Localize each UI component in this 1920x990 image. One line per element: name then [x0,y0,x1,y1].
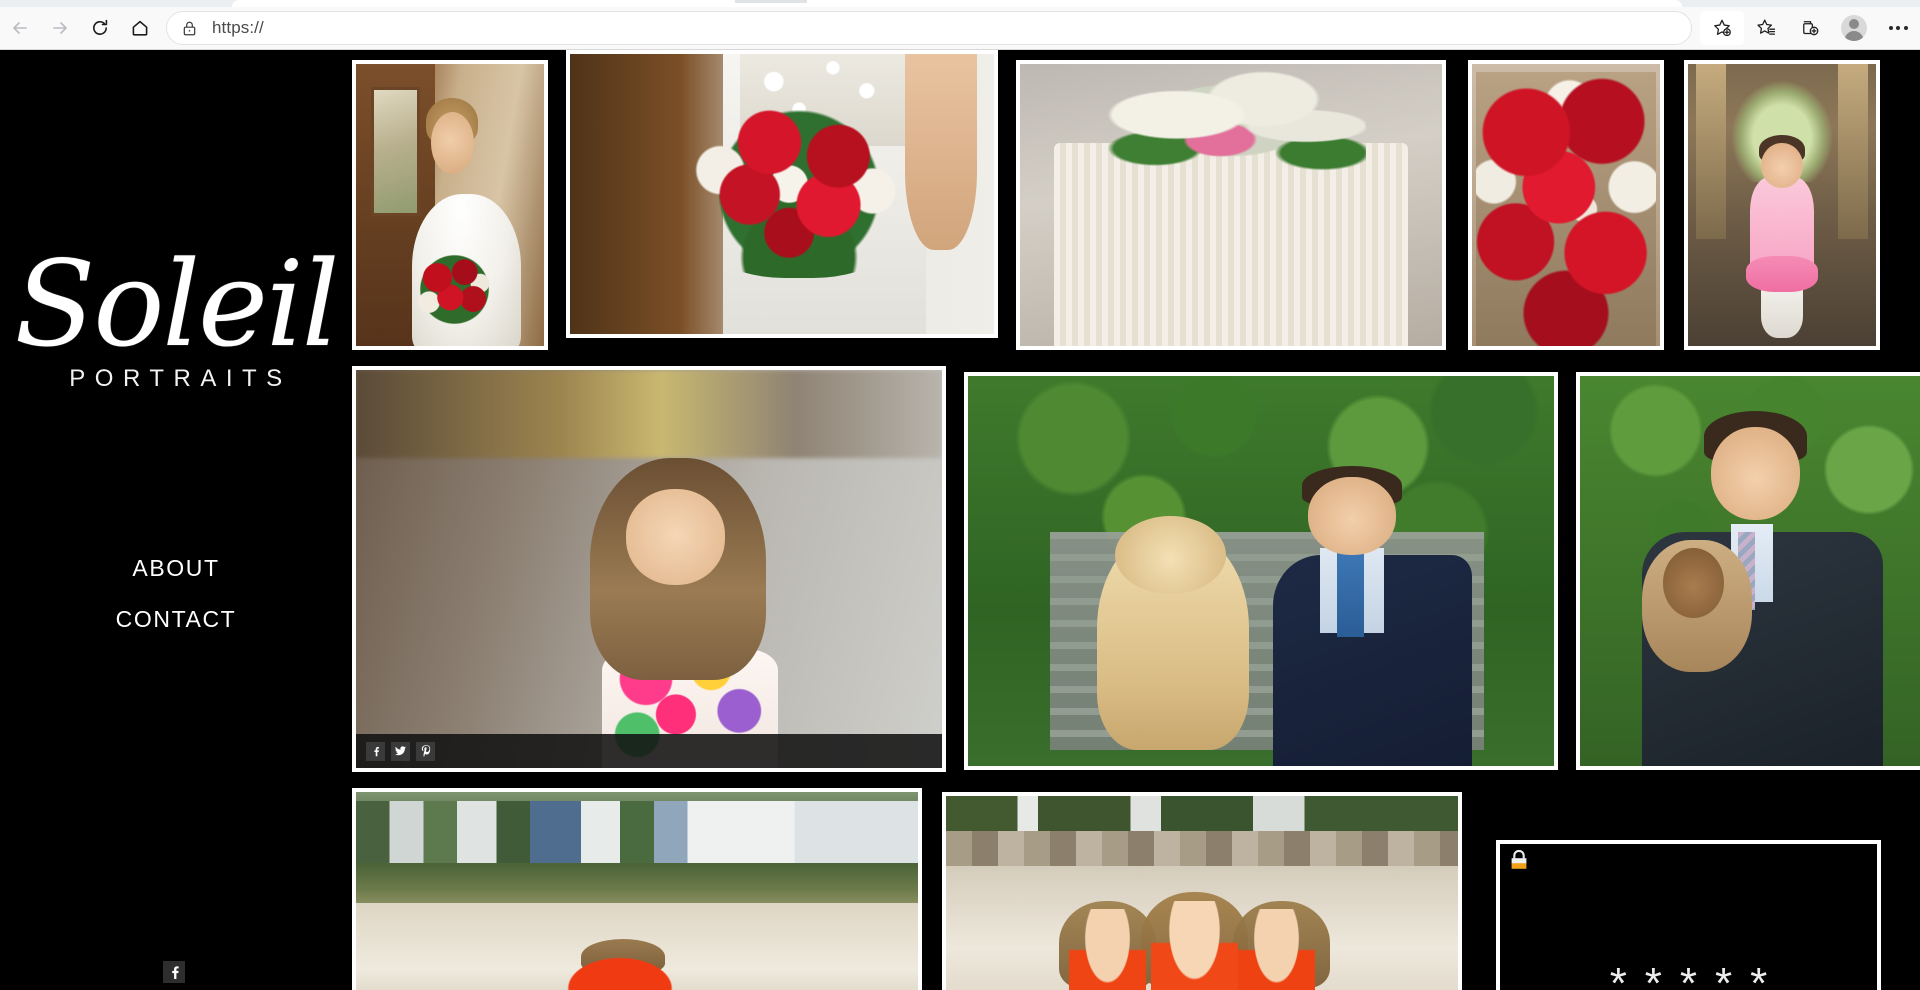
gallery-tile-bridal-bouquet[interactable] [566,50,998,338]
back-button[interactable] [0,11,40,45]
gallery-tile-bride-doorway[interactable] [352,60,548,350]
star-plus-icon [1714,19,1731,37]
gallery-tile-password-protected[interactable]: ***** [1496,840,1881,990]
facebook-glyph-icon [373,746,379,756]
photo-frame [1576,372,1920,770]
arrow-right-icon [53,22,67,34]
photo-man-yorkie [1580,376,1920,766]
photo-bride-doorway [356,64,544,346]
photo-toddler-pink [1688,64,1876,346]
nav-item-contact[interactable]: CONTACT [0,606,352,633]
gallery-tile-man-golden-retriever[interactable] [964,372,1558,770]
collections-plus-icon [1803,21,1819,36]
favorites-button[interactable] [1744,11,1788,45]
gallery-tile-girl-portrait[interactable] [352,366,946,772]
profile-button[interactable] [1832,11,1876,45]
photo-rose-bouquet [1472,64,1660,346]
photo-share-bar [356,734,942,768]
gallery-tile-rose-bouquet[interactable] [1468,60,1664,350]
url-text[interactable]: https:// [212,18,264,38]
photo-gallery-grid: ***** [352,50,1920,990]
padlock-icon [1510,849,1528,870]
photo-frame [352,60,548,350]
photo-frame [942,792,1462,990]
tab-divider [735,0,807,3]
home-button[interactable] [120,11,160,45]
gallery-tile-beach-three-girls[interactable] [942,792,1462,990]
settings-and-more-button[interactable] [1876,11,1920,45]
browser-toolbar: https:// [0,7,1920,49]
facebook-icon [171,965,179,979]
photo-frame: ***** [1496,840,1881,990]
pinterest-share-icon[interactable] [416,741,435,761]
page-content: Soleil PORTRAITS ABOUT CONTACT ***** [0,50,1920,990]
photo-beach-three [946,796,1458,990]
gallery-tile-man-yorkie[interactable] [1576,372,1920,770]
photo-frame [352,366,946,772]
twitter-bird-icon [395,746,406,756]
photo-frame [964,372,1558,770]
ellipsis-icon [1888,26,1908,30]
refresh-button[interactable] [80,11,120,45]
active-tab[interactable] [232,0,1682,7]
add-favorite-button[interactable] [1700,11,1744,45]
site-security-lock-icon [181,20,198,37]
twitter-share-icon[interactable] [391,741,410,761]
home-icon [132,20,148,36]
photo-frame [566,50,998,338]
gallery-tile-toddler-pink[interactable] [1684,60,1880,350]
arrow-left-icon [13,22,27,34]
facebook-share-icon[interactable] [366,741,385,761]
photo-frame [1016,60,1446,350]
gallery-tile-beach-houses[interactable] [352,788,922,990]
tab-strip [0,0,1920,7]
sidebar-social-links [163,961,185,983]
refresh-icon [93,19,108,35]
photo-frame [1468,60,1664,350]
site-navigation: ABOUT CONTACT [0,555,352,657]
photo-wedding-cake [1020,64,1442,346]
site-sidebar: Soleil PORTRAITS ABOUT CONTACT [0,50,352,990]
forward-button[interactable] [40,11,80,45]
photo-girl-portrait [356,370,942,768]
browser-chrome: https:// [0,0,1920,50]
photo-bridal-bouquet [570,54,994,334]
nav-item-about[interactable]: ABOUT [0,555,352,582]
site-logo[interactable]: Soleil PORTRAITS [0,245,352,393]
avatar [1841,15,1867,41]
collections-button[interactable] [1788,11,1832,45]
logo-wordmark: Soleil [14,235,340,373]
address-bar[interactable]: https:// [166,11,1692,45]
gallery-tile-wedding-cake[interactable] [1016,60,1446,350]
photo-beach-houses [356,792,918,990]
photo-frame [352,788,922,990]
favorites-star-icon [1757,19,1776,35]
pinterest-p-icon [421,745,430,757]
photo-frame [1684,60,1880,350]
password-mask: ***** [1609,959,1786,990]
facebook-link[interactable] [163,961,185,983]
photo-man-golden [968,376,1554,766]
